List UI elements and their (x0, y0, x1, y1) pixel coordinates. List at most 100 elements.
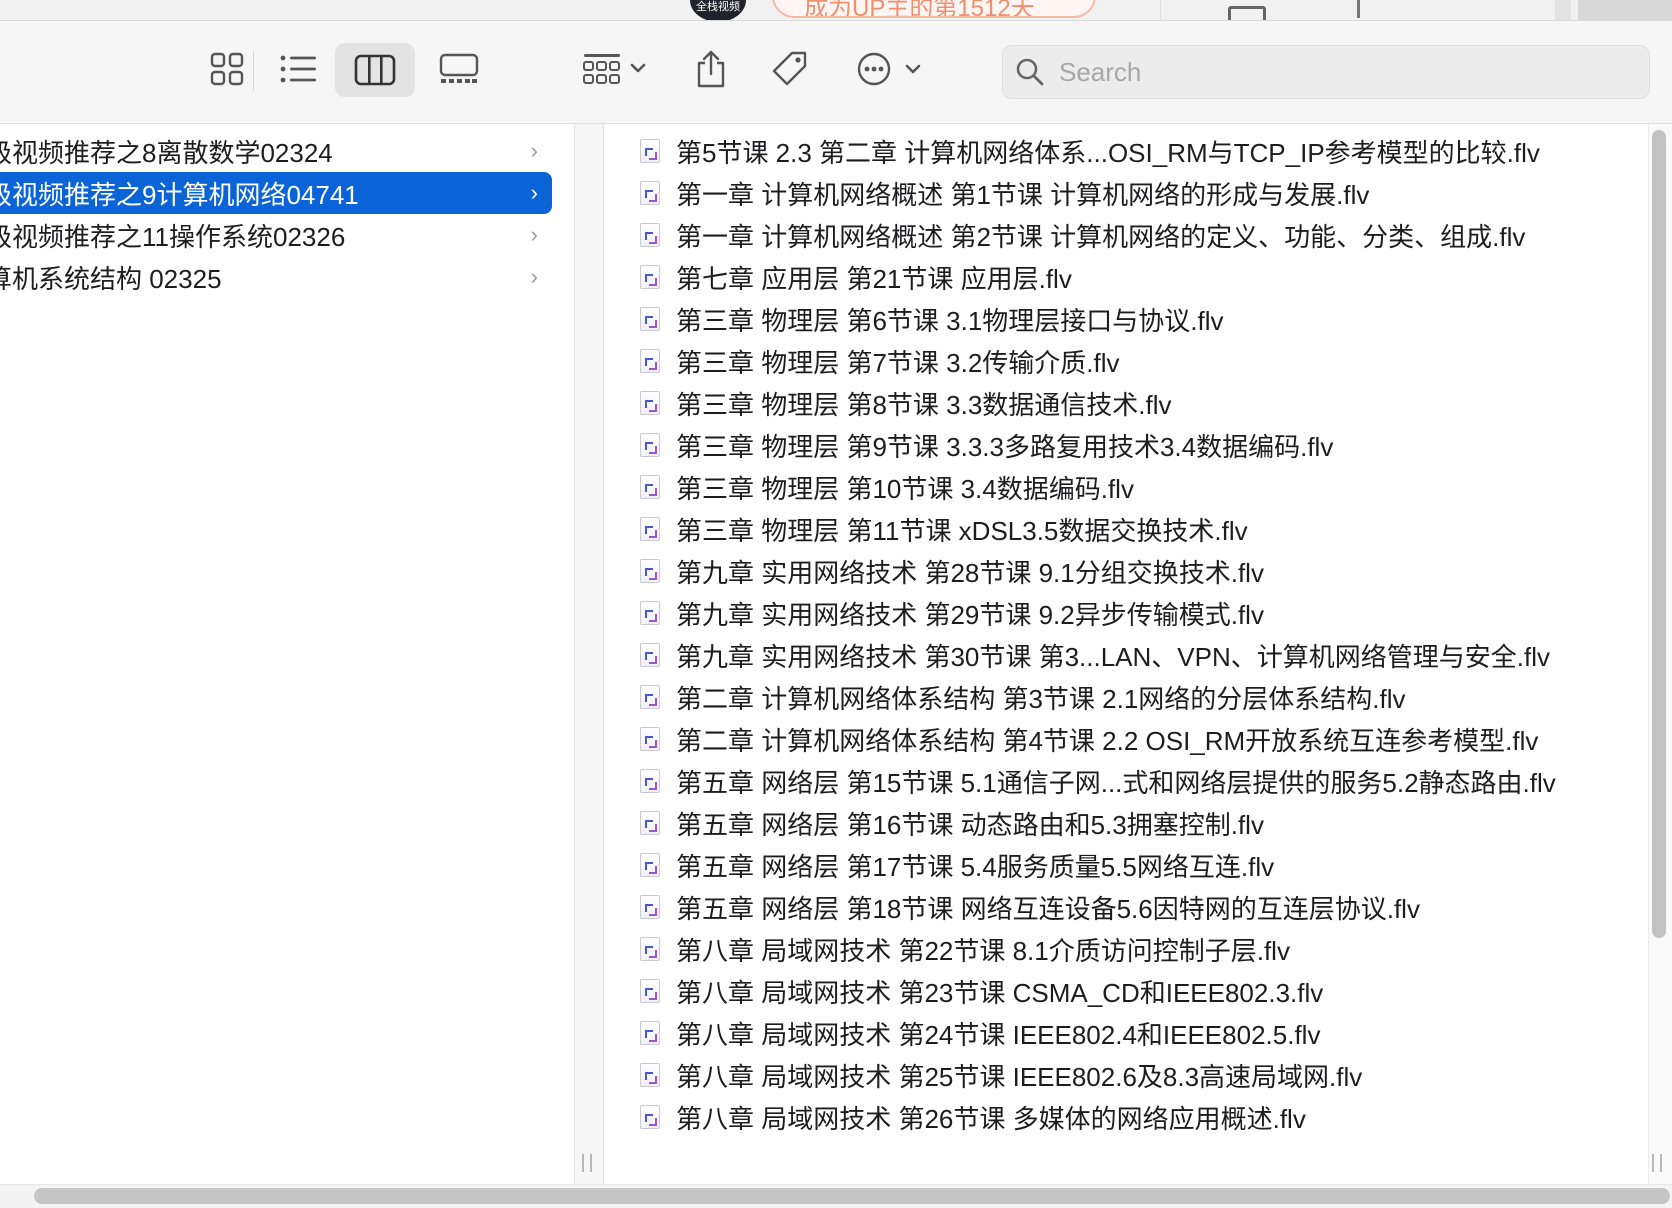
file-row[interactable]: 第八章 局域网技术 第22节课 8.1介质访问控制子层.flv (640, 928, 1290, 970)
folder-row-selected[interactable]: 星级视频推荐之9计算机网络04741 › (0, 172, 552, 214)
toolbar-separator (253, 51, 254, 91)
file-name: 第三章 物理层 第11节课 xDSL3.5数据交换技术.flv (676, 515, 1248, 546)
file-row[interactable]: 第八章 局域网技术 第24节课 IEEE802.4和IEEE802.5.flv (640, 1012, 1320, 1054)
file-row[interactable]: 第五章 网络层 第16节课 动态路由和5.3拥塞控制.flv (640, 802, 1264, 844)
file-name: 第5节课 2.3 第二章 计算机网络体系...OSI_RM与TCP_IP参考模型… (676, 137, 1540, 168)
file-name: 第九章 实用网络技术 第30节课 第3...LAN、VPN、计算机网络管理与安全… (676, 641, 1550, 672)
icon-view-button[interactable] (196, 43, 258, 95)
video-file-icon (640, 391, 660, 415)
gallery-view-button[interactable] (428, 43, 490, 95)
file-name: 第八章 局域网技术 第23节课 CSMA_CD和IEEE802.3.flv (676, 977, 1324, 1008)
folder-row[interactable]: 星级视频推荐之11操作系统02326 › (0, 214, 552, 256)
file-row[interactable]: 第五章 网络层 第15节课 5.1通信子网...式和网络层提供的服务5.2静态路… (640, 760, 1556, 802)
column-gap (575, 124, 604, 1184)
file-row[interactable]: 第九章 实用网络技术 第29节课 9.2异步传输模式.flv (640, 592, 1264, 634)
gallery-icon (439, 53, 479, 83)
video-file-icon (640, 475, 660, 499)
tag-button[interactable] (764, 41, 816, 97)
file-name: 第八章 局域网技术 第26节课 多媒体的网络应用概述.flv (676, 1103, 1306, 1134)
video-file-icon (640, 1021, 660, 1045)
envelope-icon (1228, 6, 1266, 20)
background-window-strip: 全栈视频 成为UP主的第1512天 (0, 0, 1672, 20)
more-actions-icon (857, 52, 921, 86)
file-row[interactable]: 第三章 物理层 第11节课 xDSL3.5数据交换技术.flv (640, 508, 1248, 550)
group-by-button[interactable] (574, 43, 654, 95)
folder-label: 星级视频推荐之11操作系统02326 (0, 221, 346, 252)
file-row[interactable]: 第八章 局域网技术 第23节课 CSMA_CD和IEEE802.3.flv (640, 970, 1323, 1012)
column-resize-handle[interactable] (1652, 1154, 1662, 1172)
file-row[interactable]: 第一章 计算机网络概述 第2节课 计算机网络的定义、功能、分类、组成.flv (640, 214, 1525, 256)
chevron-right-icon: › (530, 180, 538, 205)
list-icon (280, 55, 316, 83)
background-scrollbar (1555, 0, 1571, 20)
video-file-icon (640, 181, 660, 205)
file-name: 第八章 局域网技术 第22节课 8.1介质访问控制子层.flv (676, 935, 1290, 966)
file-row[interactable]: 第三章 物理层 第9节课 3.3.3多路复用技术3.4数据编码.flv (640, 424, 1333, 466)
file-row[interactable]: 第九章 实用网络技术 第28节课 9.1分组交换技术.flv (640, 550, 1264, 592)
column-view-button[interactable] (335, 43, 415, 97)
file-row[interactable]: 第三章 物理层 第8节课 3.3数据通信技术.flv (640, 382, 1172, 424)
file-row[interactable]: 第三章 物理层 第7节课 3.2传输介质.flv (640, 340, 1120, 382)
file-row[interactable]: 第八章 局域网技术 第26节课 多媒体的网络应用概述.flv (640, 1096, 1306, 1138)
video-file-icon (640, 1105, 660, 1129)
share-icon (697, 50, 725, 88)
file-name: 第五章 网络层 第18节课 网络互连设备5.6因特网的互连层协议.flv (676, 893, 1420, 924)
file-name: 第九章 实用网络技术 第28节课 9.1分组交换技术.flv (676, 557, 1264, 588)
parent-folder-column: 星级视频推荐之8离散数学02324 › 星级视频推荐之9计算机网络04741 ›… (0, 124, 574, 1184)
file-row[interactable]: 第八章 局域网技术 第25节课 IEEE802.6及8.3高速局域网.flv (640, 1054, 1362, 1096)
file-row[interactable]: 第九章 实用网络技术 第30节课 第3...LAN、VPN、计算机网络管理与安全… (640, 634, 1550, 676)
video-file-icon (640, 433, 660, 457)
file-name: 第二章 计算机网络体系结构 第3节课 2.1网络的分层体系结构.flv (676, 683, 1406, 714)
video-file-icon (640, 643, 660, 667)
file-name: 第一章 计算机网络概述 第2节课 计算机网络的定义、功能、分类、组成.flv (676, 221, 1526, 252)
column-resize-handle[interactable] (582, 1154, 592, 1172)
chevron-right-icon: › (530, 264, 538, 289)
finder-toolbar (0, 20, 1672, 124)
video-file-icon (640, 349, 660, 373)
file-name: 第三章 物理层 第7节课 3.2传输介质.flv (676, 347, 1120, 378)
file-row[interactable]: 第二章 计算机网络体系结构 第4节课 2.2 OSI_RM开放系统互连参考模型.… (640, 718, 1538, 760)
video-file-icon (640, 223, 660, 247)
chevron-right-icon: › (530, 138, 538, 163)
video-file-icon (640, 895, 660, 919)
search-input[interactable] (1057, 55, 1621, 89)
file-name: 第七章 应用层 第21节课 应用层.flv (676, 263, 1072, 294)
file-row[interactable]: 第5节课 2.3 第二章 计算机网络体系...OSI_RM与TCP_IP参考模型… (640, 130, 1540, 172)
file-name: 第九章 实用网络技术 第29节课 9.2异步传输模式.flv (676, 599, 1264, 630)
file-name: 第三章 物理层 第6节课 3.1物理层接口与协议.flv (676, 305, 1224, 336)
file-row[interactable]: 第三章 物理层 第6节课 3.1物理层接口与协议.flv (640, 298, 1224, 340)
file-row[interactable]: 第七章 应用层 第21节课 应用层.flv (640, 256, 1072, 298)
file-name: 第五章 网络层 第16节课 动态路由和5.3拥塞控制.flv (676, 809, 1264, 840)
video-file-icon (640, 727, 660, 751)
columns-icon (354, 54, 396, 86)
file-name: 第五章 网络层 第17节课 5.4服务质量5.5网络互连.flv (676, 851, 1275, 882)
tag-icon (772, 51, 807, 86)
vertical-scrollbar-thumb[interactable] (1652, 130, 1666, 938)
folder-row[interactable]: 计算机系统结构 02325 › (0, 256, 552, 298)
file-row[interactable]: 第三章 物理层 第10节课 3.4数据编码.flv (640, 466, 1134, 508)
share-button[interactable] (686, 41, 736, 97)
horizontal-scrollbar-thumb[interactable] (34, 1188, 1670, 1204)
file-row[interactable]: 第五章 网络层 第18节课 网络互连设备5.6因特网的互连层协议.flv (640, 886, 1420, 928)
file-row[interactable]: 第五章 网络层 第17节课 5.4服务质量5.5网络互连.flv (640, 844, 1274, 886)
file-column: 第5节课 2.3 第二章 计算机网络体系...OSI_RM与TCP_IP参考模型… (604, 124, 1646, 1184)
video-file-icon (640, 517, 660, 541)
video-file-icon (640, 265, 660, 289)
background-divider (1160, 0, 1161, 20)
background-panel (1578, 0, 1672, 20)
folder-label: 计算机系统结构 02325 (0, 263, 222, 294)
search-field[interactable] (1002, 45, 1650, 99)
video-file-icon (640, 559, 660, 583)
file-name: 第二章 计算机网络体系结构 第4节课 2.2 OSI_RM开放系统互连参考模型.… (676, 725, 1539, 756)
video-file-icon (640, 937, 660, 961)
folder-label: 星级视频推荐之8离散数学02324 (0, 137, 333, 168)
file-row[interactable]: 第二章 计算机网络体系结构 第3节课 2.1网络的分层体系结构.flv (640, 676, 1406, 718)
more-actions-button[interactable] (852, 43, 926, 95)
video-file-icon (640, 601, 660, 625)
file-row[interactable]: 第一章 计算机网络概述 第1节课 计算机网络的形成与发展.flv (640, 172, 1369, 214)
video-file-icon (640, 139, 660, 163)
folder-row[interactable]: 星级视频推荐之8离散数学02324 › (0, 130, 552, 172)
list-view-button[interactable] (268, 43, 330, 95)
search-icon (1016, 58, 1044, 86)
file-name: 第八章 局域网技术 第24节课 IEEE802.4和IEEE802.5.flv (676, 1019, 1321, 1050)
